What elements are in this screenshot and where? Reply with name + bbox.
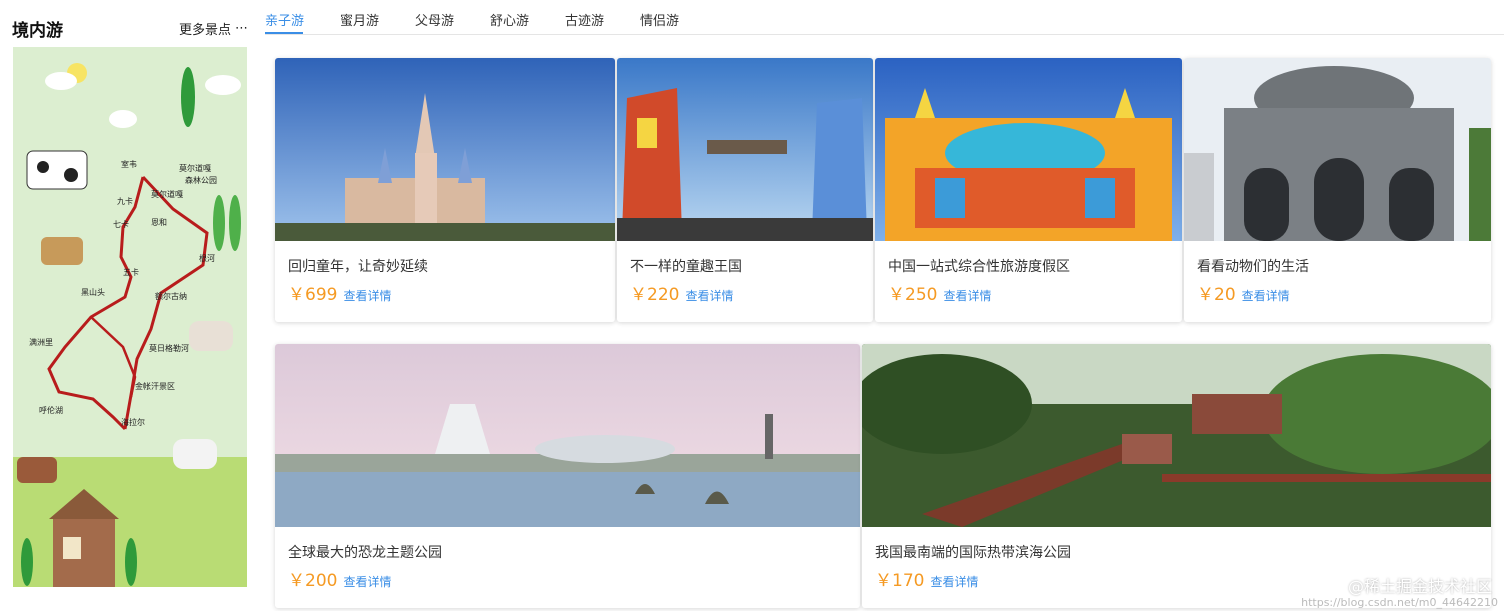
map-label: 呼伦湖 [39,405,63,415]
map-label: 海拉尔 [121,417,145,427]
attraction-card[interactable]: 中国一站式综合性旅游度假区 ￥250 查看详情 [875,58,1182,322]
view-details-link[interactable]: 查看详情 [930,573,978,590]
attraction-card[interactable]: 不一样的童趣王国 ￥220 查看详情 [617,58,873,322]
map-label: 根河 [199,253,215,263]
card-title: 全球最大的恐龙主题公园 [288,545,442,561]
price-row: ￥20 查看详情 [1197,280,1290,305]
card-title: 看看动物们的生活 [1197,259,1309,275]
map-label: 金帐汗景区 [135,381,175,391]
category-tabs: 亲子游 蜜月游 父母游 舒心游 古迹游 情侣游 [265,0,1504,35]
view-details-link[interactable]: 查看详情 [343,573,391,590]
map-label: 室韦 [121,159,137,169]
watermark: @稀土掘金技术社区 [1347,577,1492,596]
price-row: ￥220 查看详情 [630,280,733,305]
watermark-url: https://blog.csdn.net/m0_44642210 [1301,596,1498,609]
tab-parents[interactable]: 父母游 [415,10,454,29]
attraction-card[interactable]: 全球最大的恐龙主题公园 ￥200 查看详情 [275,344,860,608]
tab-honeymoon[interactable]: 蜜月游 [340,10,379,29]
attraction-photo [275,58,615,241]
view-details-link[interactable]: 查看详情 [1242,287,1290,304]
more-attractions-link[interactable]: 更多景点 ⋯ [179,19,248,38]
attraction-card[interactable]: 看看动物们的生活 ￥20 查看详情 [1184,58,1491,322]
more-label: 更多景点 [178,22,231,38]
card-price: ￥699 [288,285,338,305]
map-label: 七卡 [113,219,129,229]
active-tab-indicator [265,32,303,34]
price-row: ￥170 查看详情 [875,566,978,591]
tab-historic[interactable]: 古迹游 [565,10,604,29]
price-row: ￥250 查看详情 [888,280,991,305]
panel-header: 境内游 更多景点 ⋯ [12,10,248,46]
attraction-photo [875,58,1182,241]
tab-couples[interactable]: 情侣游 [640,10,679,29]
view-details-link[interactable]: 查看详情 [685,287,733,304]
attraction-photo [862,344,1491,527]
domestic-panel: 境内游 更多景点 ⋯ 室韦 莫尔道嘎 森林公园 九卡 莫尔道嘎 七卡 恩和 根河… [12,10,248,587]
view-details-link[interactable]: 查看详情 [943,287,991,304]
attraction-card[interactable]: 回归童年，让奇妙延续 ￥699 查看详情 [275,58,615,322]
attraction-photo [1184,58,1491,241]
card-title: 回归童年，让奇妙延续 [288,259,428,275]
tab-relaxing[interactable]: 舒心游 [490,10,529,29]
card-price: ￥170 [875,571,925,591]
card-price: ￥250 [888,285,938,305]
tab-family[interactable]: 亲子游 [265,10,304,29]
map-label: 莫尔道嘎 [151,189,183,199]
attraction-card[interactable]: 我国最南端的国际热带滨海公园 ￥170 查看详情 [862,344,1491,608]
map-label: 莫日格勒河 [149,343,189,353]
map-label: 黑山头 [81,287,105,297]
card-price: ￥20 [1197,285,1236,305]
map-label: 额尔古纳 [155,291,187,301]
card-title: 不一样的童趣王国 [630,259,742,275]
route-map-image[interactable]: 室韦 莫尔道嘎 森林公园 九卡 莫尔道嘎 七卡 恩和 根河 五卡 黑山头 额尔古… [13,47,247,587]
map-label: 莫尔道嘎 [179,163,211,173]
panel-title: 境内游 [12,20,63,41]
attraction-photo [617,58,873,241]
card-price: ￥220 [630,285,680,305]
price-row: ￥200 查看详情 [288,566,391,591]
attraction-photo [275,344,860,527]
price-row: ￥699 查看详情 [288,280,391,305]
map-label: 满洲里 [29,337,53,347]
view-details-link[interactable]: 查看详情 [343,287,391,304]
map-label: 森林公园 [185,175,217,185]
map-label: 五卡 [123,267,139,277]
card-price: ￥200 [288,571,338,591]
card-title: 我国最南端的国际热带滨海公园 [875,545,1071,561]
ellipsis-icon: ⋯ [235,20,248,36]
card-title: 中国一站式综合性旅游度假区 [888,259,1070,275]
map-label: 九卡 [117,196,133,206]
map-label: 恩和 [151,218,167,227]
